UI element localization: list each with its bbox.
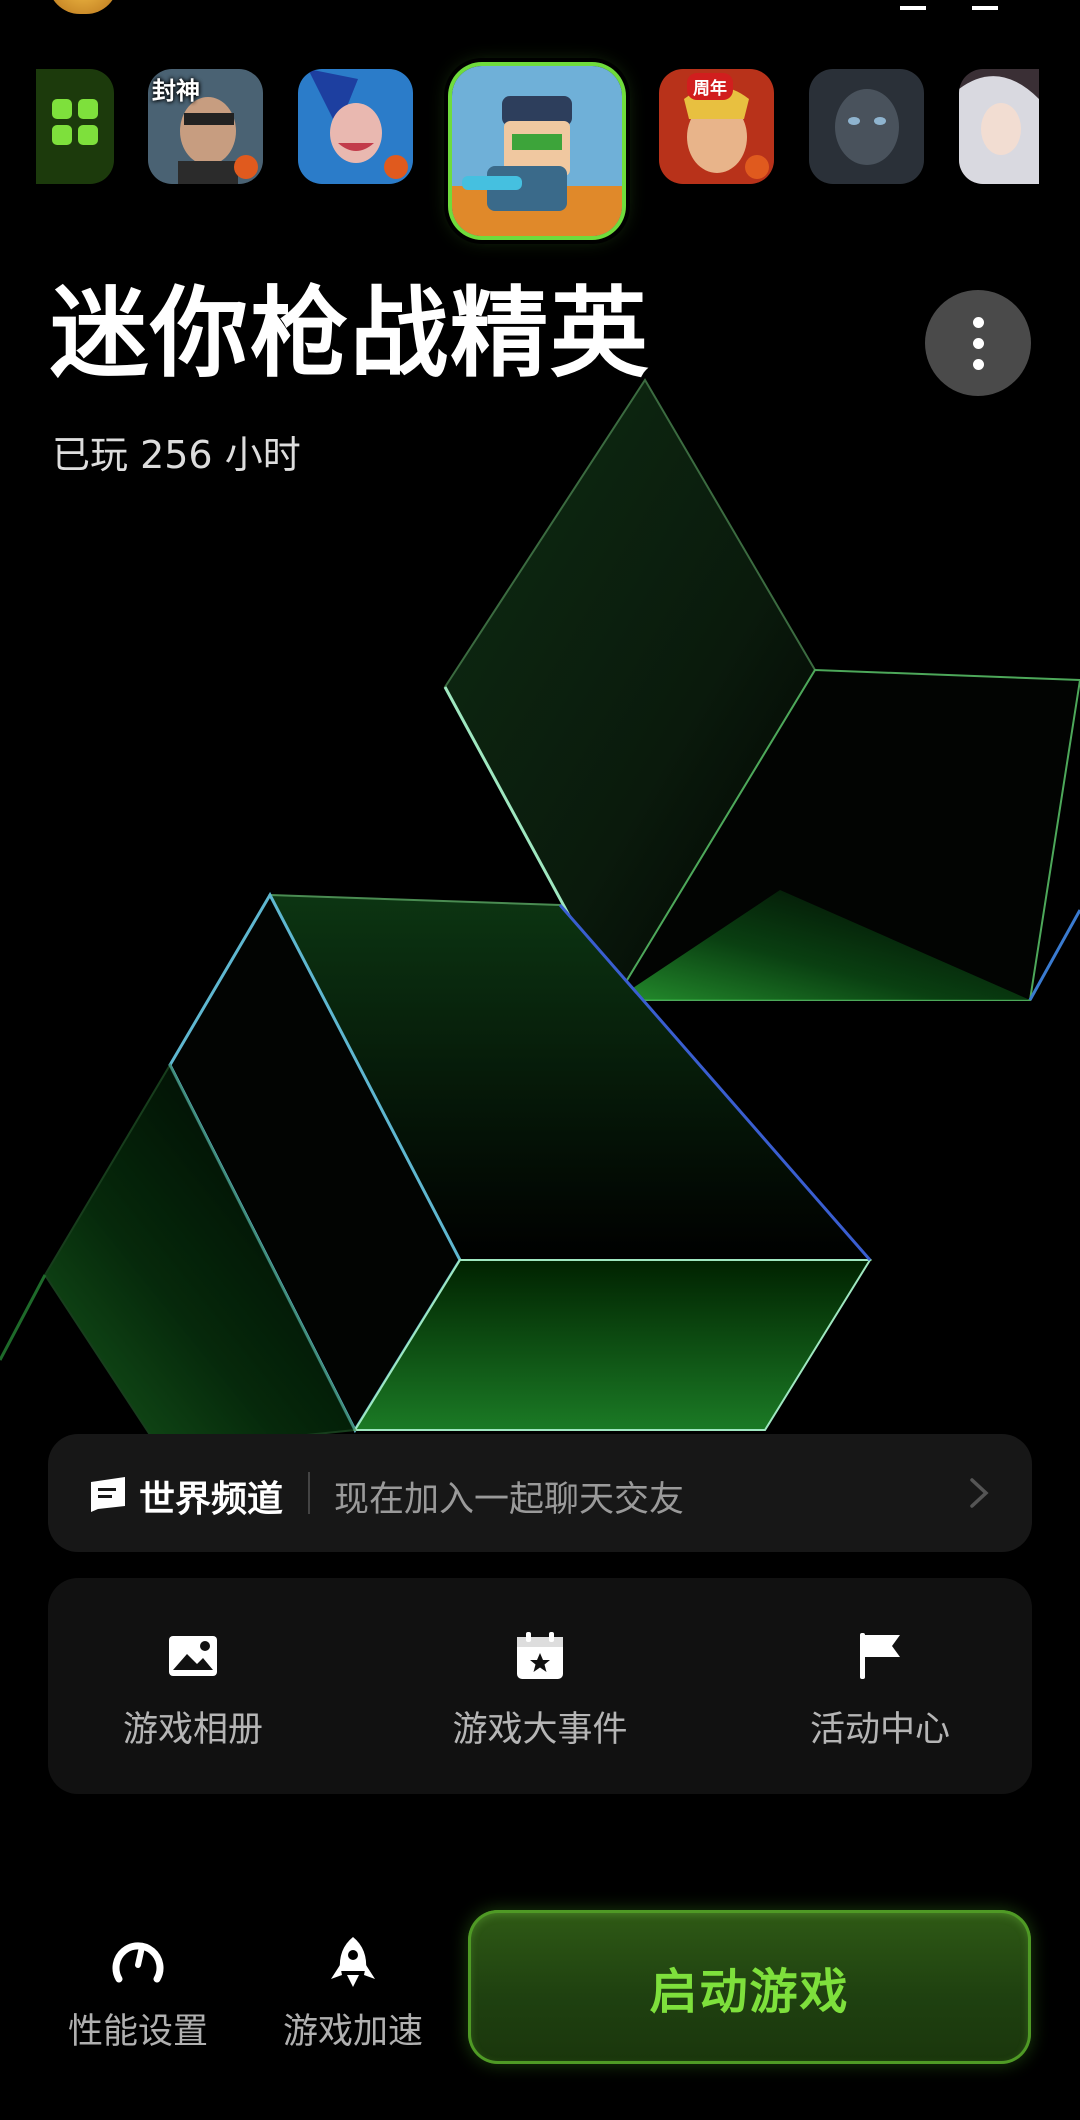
game-thumb-hok-badge: 周年 [687,73,733,100]
game-boost-button[interactable]: 游戏加速 [273,1935,433,2054]
rocket-icon [331,1937,375,1987]
game-icon-mini-gun [452,66,622,236]
world-channel-message: 现在加入一起聊天交友 [334,1480,685,1520]
speedometer-icon [112,1942,164,1983]
game-boost-label: 游戏加速 [282,2012,423,2052]
game-tools-panel: 游戏相册 游戏大事件 活动中心 [48,1578,1032,1794]
grid-apps-icon [36,69,114,184]
calendar-star-icon [517,1632,563,1679]
world-channel-divider [308,1472,310,1514]
more-dot-icon [972,358,984,370]
launch-game-button[interactable]: 启动游戏 [468,1910,1031,2064]
tool-activity-center-label: 活动中心 [809,1710,950,1750]
performance-settings-label: 性能设置 [67,2012,208,2052]
game-thumb-jinx[interactable] [298,69,413,184]
game-thumb-anime[interactable] [959,69,1039,184]
world-channel-name: 世界频道 [139,1479,284,1520]
play-time: 已玩 256 小时 [52,433,301,477]
chevron-right-icon [970,1478,989,1508]
game-switcher-strip: 封神 周年 [0,66,1080,256]
game-thumb-mini-gun-selected[interactable] [452,66,622,236]
performance-settings-button[interactable]: 性能设置 [58,1935,218,2054]
tool-game-events-label: 游戏大事件 [452,1710,628,1750]
forward-icon[interactable] [972,0,998,10]
tool-game-album[interactable]: 游戏相册 [88,1578,298,1794]
back-icon[interactable] [900,0,926,10]
user-avatar[interactable] [48,0,118,14]
flag-icon [860,1633,900,1679]
game-thumb-all[interactable] [36,69,114,184]
game-icon-dark-creature [809,69,924,184]
game-title: 迷你枪战精英 [50,277,651,391]
world-channel-bar[interactable]: 世界频道 现在加入一起聊天交友 [48,1434,1032,1552]
top-actions [880,0,1020,10]
background-cubes-art [0,378,1080,1450]
tool-activity-center[interactable]: 活动中心 [775,1578,985,1794]
more-dot-icon [972,337,984,349]
chat-bubble-icon [91,1477,125,1512]
game-thumb-cf[interactable]: 封神 [148,69,263,184]
game-icon-jinx [298,69,413,184]
tool-game-album-label: 游戏相册 [122,1710,263,1750]
game-thumb-dark[interactable] [809,69,924,184]
tool-game-events[interactable]: 游戏大事件 [435,1578,645,1794]
launch-game-label: 启动游戏 [649,1964,850,2020]
more-options-button[interactable] [925,290,1031,396]
game-thumb-hok[interactable]: 周年 [659,69,774,184]
game-thumb-cf-label: 封神 [152,76,200,105]
more-dot-icon [972,316,984,328]
game-icon-anime-girl [959,69,1039,184]
photo-album-icon [169,1636,217,1676]
